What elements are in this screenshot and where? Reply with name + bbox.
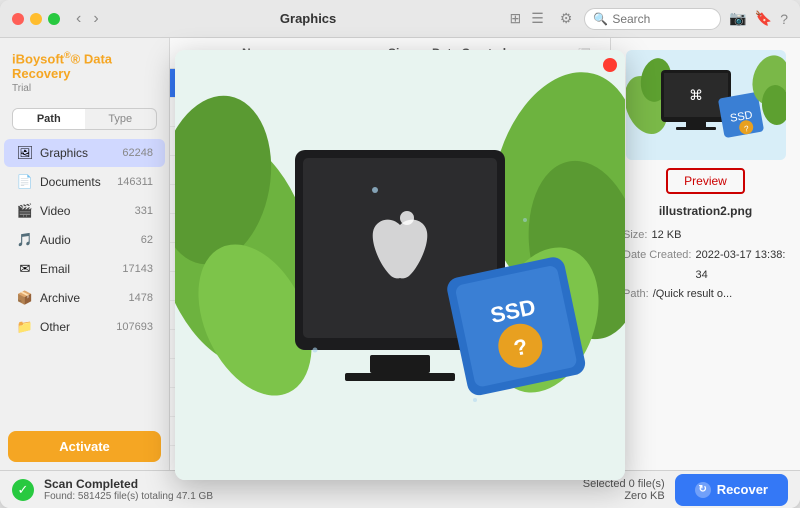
sidebar-count-archive: 1478 [129, 292, 153, 304]
thumbnail-svg: ⌘ SSD ? [626, 50, 786, 160]
center-preview-image: SSD ? [175, 50, 625, 480]
path-label: Path: [623, 285, 649, 305]
sidebar-count-other: 107693 [116, 321, 153, 333]
maximize-button[interactable] [48, 13, 60, 25]
sidebar-item-documents[interactable]: 📄 Documents 146311 [4, 168, 165, 196]
preview-panel: ⌘ SSD ? Preview illustration2.png Siz [610, 38, 800, 470]
minimize-button[interactable] [30, 13, 42, 25]
sidebar-count-documents: 146311 [117, 176, 153, 188]
nav-back-button[interactable]: ‹ [72, 10, 85, 28]
tab-switcher: Path Type [12, 108, 157, 130]
sidebar-count-video: 331 [135, 205, 153, 217]
search-box: 🔍 [584, 8, 721, 30]
date-value: 2022-03-17 13:38:34 [695, 246, 788, 286]
close-dot[interactable] [603, 58, 617, 72]
other-icon: 📁 [16, 318, 34, 336]
sidebar-items: 🖼 Graphics 62248 📄 Documents 146311 🎬 Vi… [0, 138, 169, 423]
recover-label: Recover [717, 482, 768, 497]
archive-icon: 📦 [16, 289, 34, 307]
sidebar-header: iBoysoft®® Data Recovery Trial [0, 38, 169, 100]
sidebar-item-email[interactable]: ✉ Email 17143 [4, 255, 165, 283]
sidebar: iBoysoft®® Data Recovery Trial Path Type… [0, 38, 170, 470]
trial-badge: Trial [12, 83, 157, 94]
app-name-brand: iBoysoft [12, 51, 64, 66]
sidebar-item-video[interactable]: 🎬 Video 331 [4, 197, 165, 225]
sidebar-count-email: 17143 [122, 263, 153, 275]
sidebar-item-archive[interactable]: 📦 Archive 1478 [4, 284, 165, 312]
grid-view-button[interactable]: ⊞ [506, 8, 526, 29]
path-value: /Quick result o... [653, 285, 732, 305]
preview-thumbnail: ⌘ SSD ? [626, 50, 786, 160]
scan-sub: Found: 581425 file(s) totaling 47.1 GB [44, 491, 573, 502]
sidebar-label-email: Email [40, 262, 122, 276]
selected-info: Selected 0 file(s) Zero KB [583, 478, 665, 502]
audio-icon: 🎵 [16, 231, 34, 249]
list-view-button[interactable]: ☰ [527, 8, 548, 29]
main-preview-svg: SSD ? [175, 50, 625, 480]
traffic-lights [12, 13, 60, 25]
activate-button[interactable]: Activate [8, 431, 161, 462]
graphics-icon: 🖼 [16, 144, 34, 162]
recover-circle-icon: ↻ [695, 482, 711, 498]
sidebar-label-video: Video [40, 204, 135, 218]
documents-icon: 📄 [16, 173, 34, 191]
sidebar-label-graphics: Graphics [40, 146, 122, 160]
search-icon: 🔍 [593, 12, 608, 26]
breadcrumb-title: Graphics [111, 11, 506, 26]
size-value: 12 KB [651, 226, 681, 246]
meta-row-size: Size: 12 KB [623, 226, 788, 246]
preview-filename: illustration2.png [659, 204, 752, 218]
sidebar-count-audio: 62 [141, 234, 153, 246]
tab-path[interactable]: Path [13, 109, 85, 129]
app-name-registered: ® [64, 50, 71, 60]
search-input[interactable] [612, 12, 712, 26]
app-name: iBoysoft®® Data Recovery [12, 50, 157, 81]
filter-button[interactable]: ⚙ [556, 8, 577, 29]
scan-text: Scan Completed Found: 581425 file(s) tot… [44, 477, 573, 502]
view-toggle: ⊞ ☰ [506, 8, 548, 29]
meta-row-date: Date Created: 2022-03-17 13:38:34 [623, 246, 788, 286]
sidebar-item-other[interactable]: 📁 Other 107693 [4, 313, 165, 341]
center-preview-overlay: SSD ? [175, 50, 625, 480]
close-button[interactable] [12, 13, 24, 25]
preview-meta: Size: 12 KB Date Created: 2022-03-17 13:… [623, 226, 788, 305]
email-icon: ✉ [16, 260, 34, 278]
nav-buttons: ‹ › [72, 10, 103, 28]
scan-complete-icon: ✓ [12, 479, 34, 501]
titlebar: ‹ › Graphics ⊞ ☰ ⚙ 🔍 📷 🔖 ? [0, 0, 800, 38]
help-icon[interactable]: ? [780, 11, 788, 27]
recover-button[interactable]: ↻ Recover [675, 474, 788, 506]
sidebar-label-audio: Audio [40, 233, 141, 247]
sidebar-count-graphics: 62248 [122, 147, 153, 159]
svg-text:⌘: ⌘ [689, 87, 703, 103]
check-icon: ✓ [18, 482, 29, 498]
sidebar-item-graphics[interactable]: 🖼 Graphics 62248 [4, 139, 165, 167]
meta-row-path: Path: /Quick result o... [623, 285, 788, 305]
size-label: Size: [623, 226, 647, 246]
toolbar-right: ⊞ ☰ ⚙ 🔍 📷 🔖 ? [506, 8, 788, 30]
selected-size-label: Zero KB [583, 490, 665, 502]
sidebar-label-archive: Archive [40, 291, 129, 305]
nav-forward-button[interactable]: › [89, 10, 102, 28]
date-label: Date Created: [623, 246, 691, 286]
tab-type[interactable]: Type [85, 109, 157, 129]
video-icon: 🎬 [16, 202, 34, 220]
sidebar-activate: Activate [8, 431, 161, 462]
bookmark-icon[interactable]: 🔖 [755, 10, 772, 27]
preview-button[interactable]: Preview [666, 168, 745, 194]
sidebar-label-documents: Documents [40, 175, 117, 189]
camera-icon[interactable]: 📷 [729, 10, 746, 27]
sidebar-label-other: Other [40, 320, 116, 334]
sidebar-item-audio[interactable]: 🎵 Audio 62 [4, 226, 165, 254]
